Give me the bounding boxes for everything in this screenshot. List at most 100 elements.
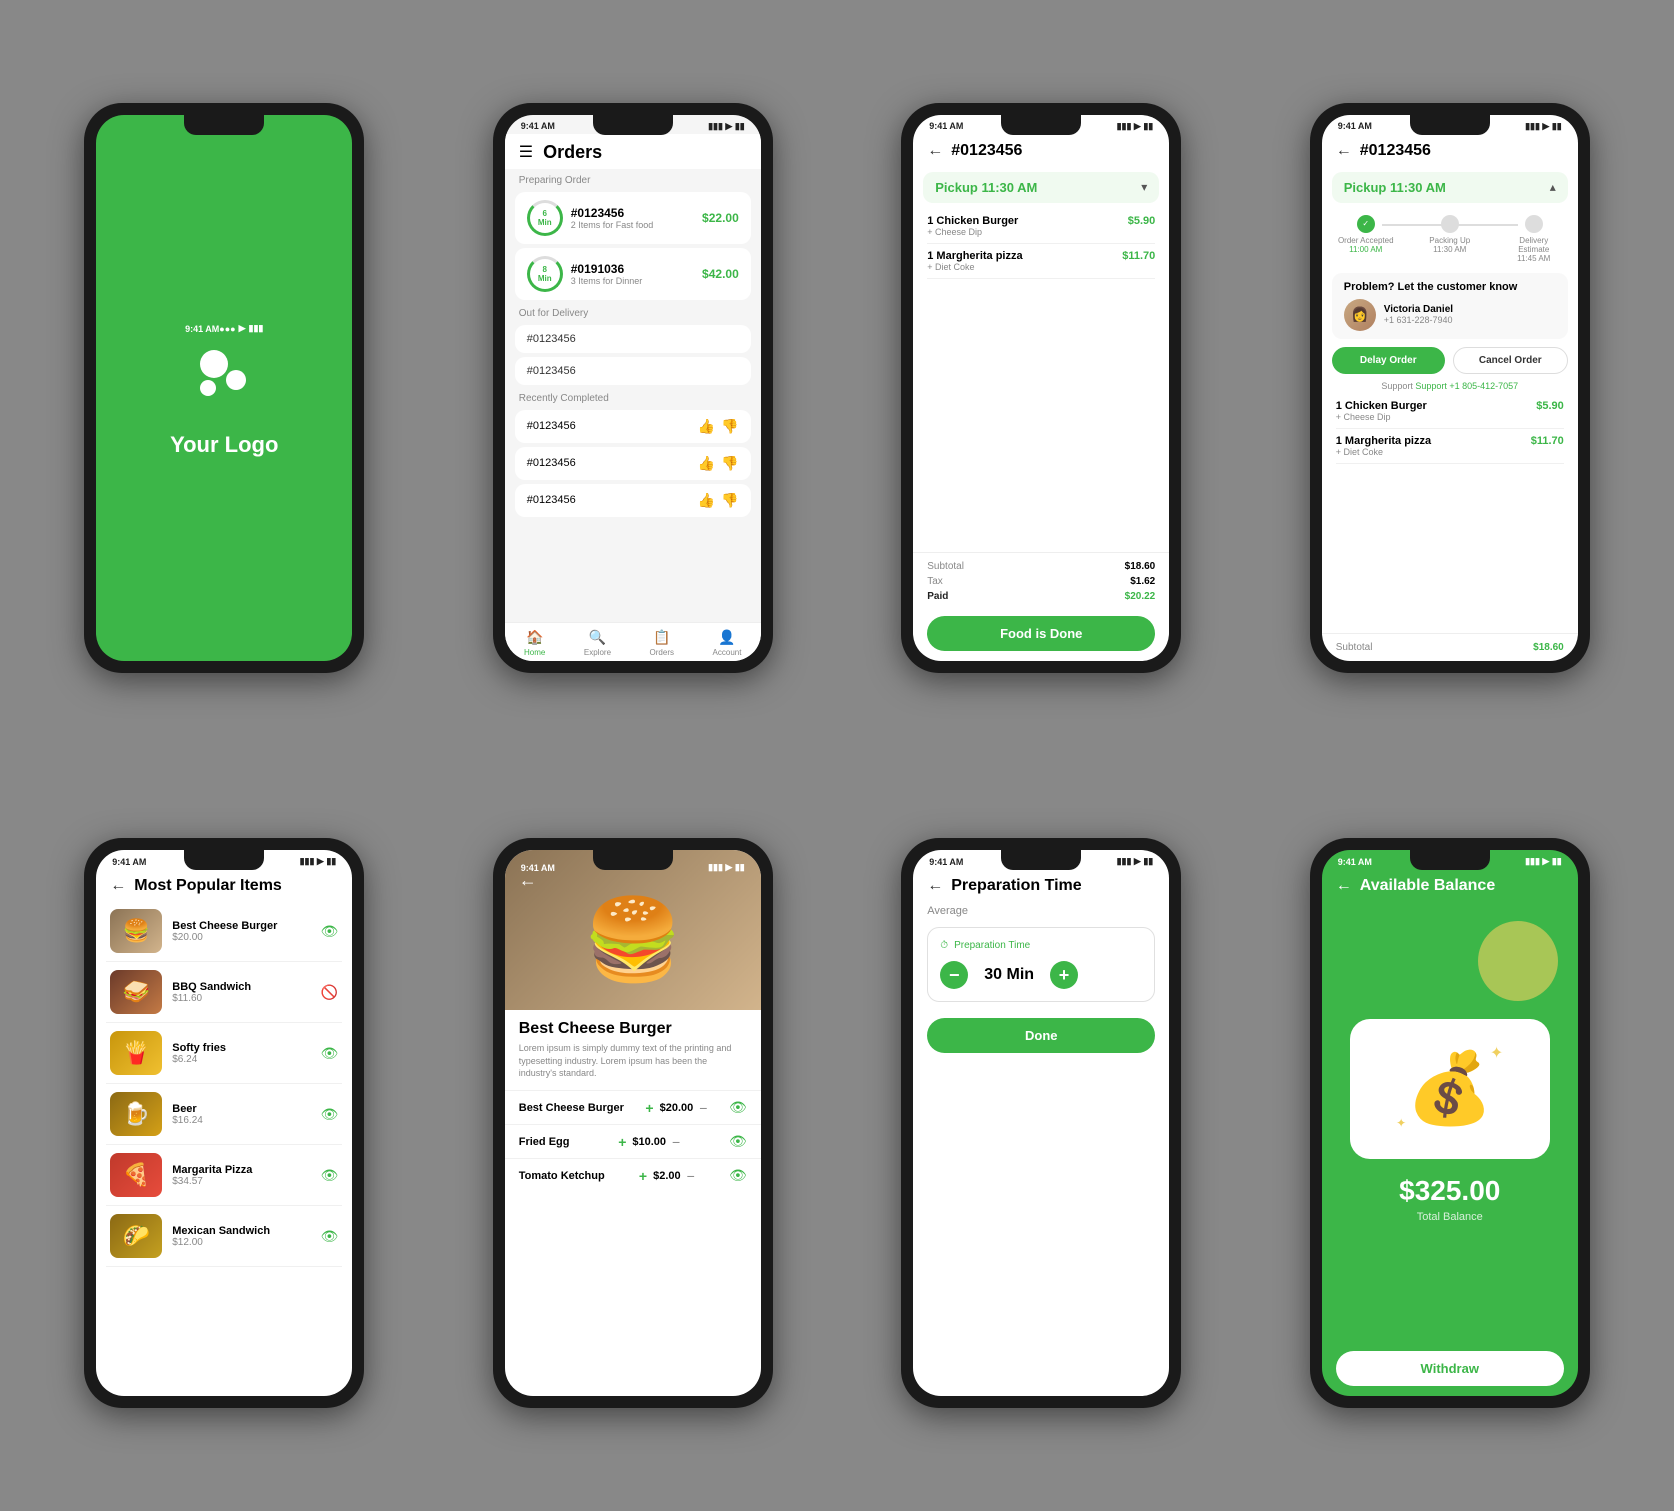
visibility-icon-2[interactable]: 🚫 [321, 984, 338, 1001]
visibility-icon-5[interactable]: 👁 [320, 1167, 338, 1184]
nav-explore[interactable]: 🔍 Explore [584, 629, 611, 657]
status-icons: ●●●▶▮▮▮ [219, 323, 263, 334]
food-img-6: 🌮 [110, 1214, 162, 1258]
menu-icon[interactable]: ☰ [519, 142, 533, 162]
nav-home[interactable]: 🏠 Home [524, 629, 545, 657]
step-3: Delivery Estimate 11:45 AM [1504, 215, 1564, 263]
prep-title: Preparation Time [951, 877, 1081, 895]
menu-item-1[interactable]: Best Cheese Burger + $20.00 − 👁 [505, 1090, 761, 1124]
order-timer-1: 6 Min [527, 200, 563, 236]
order-items-4: 1 Chicken Burger + Cheese Dip $5.90 1 Ma… [1322, 394, 1578, 633]
order-card-2[interactable]: 8 Min #0191036 3 Items for Dinner $42.00 [515, 248, 751, 300]
eye-icon-m3[interactable]: 👁 [729, 1167, 747, 1184]
minus-icon-1[interactable]: − [699, 1100, 707, 1116]
delivery-card-1[interactable]: #0123456 [515, 325, 751, 353]
notch-4 [1410, 115, 1490, 135]
step-2: Packing Up 11:30 AM [1420, 215, 1480, 254]
completed-card-3[interactable]: #0123456 👍👎 [515, 484, 751, 517]
delivery-card-2[interactable]: #0123456 [515, 357, 751, 385]
menu-item-2[interactable]: Fried Egg + $10.00 − 👁 [505, 1124, 761, 1158]
screen-logo: 9:41 AM ●●●▶▮▮▮ Your Logo [96, 115, 352, 661]
back-arrow-5[interactable]: ← [110, 877, 126, 895]
prep-card: ⏱ Preparation Time − 30 Min + [927, 927, 1155, 1002]
delay-order-button[interactable]: Delay Order [1332, 347, 1445, 374]
section-delivery: Out for Delivery [505, 302, 761, 323]
screen-popular-items: 9:41 AM ▮▮▮ ▶ ▮▮ ← Most Popular Items 🍔 … [96, 850, 352, 1396]
thumb-icons-3: 👍👎 [698, 492, 739, 509]
completed-card-1[interactable]: #0123456 👍👎 [515, 410, 751, 443]
phone-8: 9:41 AM ▮▮▮ ▶ ▮▮ ← Available Balance 💰 [1310, 838, 1590, 1408]
step-dot-1 [1357, 215, 1375, 233]
food-item-6[interactable]: 🌮 Mexican Sandwich $12.00 👁 [106, 1206, 342, 1267]
step-dot-3 [1525, 215, 1543, 233]
customer-name: Victoria Daniel [1384, 304, 1453, 315]
back-arrow-3[interactable]: ← [927, 142, 943, 160]
eye-icon-m2[interactable]: 👁 [729, 1133, 747, 1150]
menu-item-3[interactable]: Tomato Ketchup + $2.00 − 👁 [505, 1158, 761, 1192]
prep-average-label: Average [913, 901, 1169, 921]
customer-row: 👩 Victoria Daniel +1 631-228-7940 [1344, 299, 1556, 331]
burger-desc: Lorem ipsum is simply dummy text of the … [519, 1042, 747, 1080]
notch-1 [184, 115, 264, 135]
phone-2: 9:41 AM ▮▮▮ ▶ ▮▮ ☰ Orders Preparing Orde… [493, 103, 773, 673]
food-img-5: 🍕 [110, 1153, 162, 1197]
logo-text: Your Logo [170, 432, 278, 458]
food-info-1: Best Cheese Burger $20.00 [172, 920, 310, 943]
orders-header: ☰ Orders [505, 134, 761, 169]
pickup-bar-3[interactable]: Pickup 11:30 AM ▾ [923, 172, 1159, 203]
minus-icon-2[interactable]: − [672, 1134, 680, 1150]
notch-7 [1001, 850, 1081, 870]
prep-done-button[interactable]: Done [927, 1018, 1155, 1053]
prep-value: 30 Min [984, 966, 1034, 984]
item-sub-3-2: + Diet Coke [927, 262, 1022, 272]
food-item-2[interactable]: 🥪 BBQ Sandwich $11.60 🚫 [106, 962, 342, 1023]
order-id-3: #0123456 [951, 142, 1022, 160]
screen-prep-time: 9:41 AM ▮▮▮ ▶ ▮▮ ← Preparation Time Aver… [913, 850, 1169, 1396]
prep-plus-button[interactable]: + [1050, 961, 1078, 989]
yellow-blob [1478, 921, 1558, 1001]
food-img-2: 🥪 [110, 970, 162, 1014]
burger-name: Best Cheese Burger [519, 1020, 747, 1038]
back-arrow-8[interactable]: ← [1336, 877, 1352, 895]
visibility-icon-4[interactable]: 👁 [320, 1106, 338, 1123]
phone-5: 9:41 AM ▮▮▮ ▶ ▮▮ ← Most Popular Items 🍔 … [84, 838, 364, 1408]
add-icon-3[interactable]: + [639, 1168, 647, 1184]
food-item-3[interactable]: 🍟 Softy fries $6.24 👁 [106, 1023, 342, 1084]
withdraw-button[interactable]: Withdraw [1336, 1351, 1564, 1386]
nav-orders[interactable]: 📋 Orders [650, 629, 674, 657]
add-icon-1[interactable]: + [645, 1100, 653, 1116]
food-item-5[interactable]: 🍕 Margarita Pizza $34.57 👁 [106, 1145, 342, 1206]
notch-8 [1410, 850, 1490, 870]
screen-burger-detail: 9:41 AM ▮▮▮ ▶ ▮▮ ← 🍔 Best Cheese Burger … [505, 850, 761, 1396]
order-id-4: #0123456 [1360, 142, 1431, 160]
food-img-4: 🍺 [110, 1092, 162, 1136]
food-item-4[interactable]: 🍺 Beer $16.24 👁 [106, 1084, 342, 1145]
item-row-4-2: 1 Margherita pizza + Diet Coke $11.70 [1336, 429, 1564, 464]
cancel-order-button[interactable]: Cancel Order [1453, 347, 1568, 374]
back-arrow-7[interactable]: ← [927, 877, 943, 895]
nav-account[interactable]: 👤 Account [713, 629, 742, 657]
food-img-1: 🍔 [110, 909, 162, 953]
back-arrow-4[interactable]: ← [1336, 142, 1352, 160]
visibility-icon-6[interactable]: 👁 [320, 1228, 338, 1245]
action-buttons: Delay Order Cancel Order [1332, 347, 1568, 374]
food-done-button[interactable]: Food is Done [927, 616, 1155, 651]
food-info-3: Softy fries $6.24 [172, 1042, 310, 1065]
food-item-1[interactable]: 🍔 Best Cheese Burger $20.00 👁 [106, 901, 342, 962]
order-price-2: $42.00 [702, 267, 739, 281]
completed-card-2[interactable]: #0123456 👍👎 [515, 447, 751, 480]
prep-minus-button[interactable]: − [940, 961, 968, 989]
pickup-bar-4[interactable]: Pickup 11:30 AM ▴ [1332, 172, 1568, 203]
burger-hero: 9:41 AM ▮▮▮ ▶ ▮▮ ← 🍔 [505, 850, 761, 1010]
status-bar-1: 9:41 AM ●●●▶▮▮▮ [169, 317, 279, 336]
visibility-icon-3[interactable]: 👁 [320, 1045, 338, 1062]
balance-label: Total Balance [1417, 1211, 1483, 1223]
food-info-2: BBQ Sandwich $11.60 [172, 981, 311, 1004]
eye-icon-m1[interactable]: 👁 [729, 1099, 747, 1116]
visibility-icon-1[interactable]: 👁 [320, 923, 338, 940]
balance-amount: $325.00 [1399, 1175, 1500, 1207]
minus-icon-3[interactable]: − [687, 1168, 695, 1184]
order-card-1[interactable]: 6 Min #0123456 2 Items for Fast food $22… [515, 192, 751, 244]
phone-3: 9:41 AM ▮▮▮ ▶ ▮▮ ← #0123456 Pickup 11:30… [901, 103, 1181, 673]
add-icon-2[interactable]: + [618, 1134, 626, 1150]
